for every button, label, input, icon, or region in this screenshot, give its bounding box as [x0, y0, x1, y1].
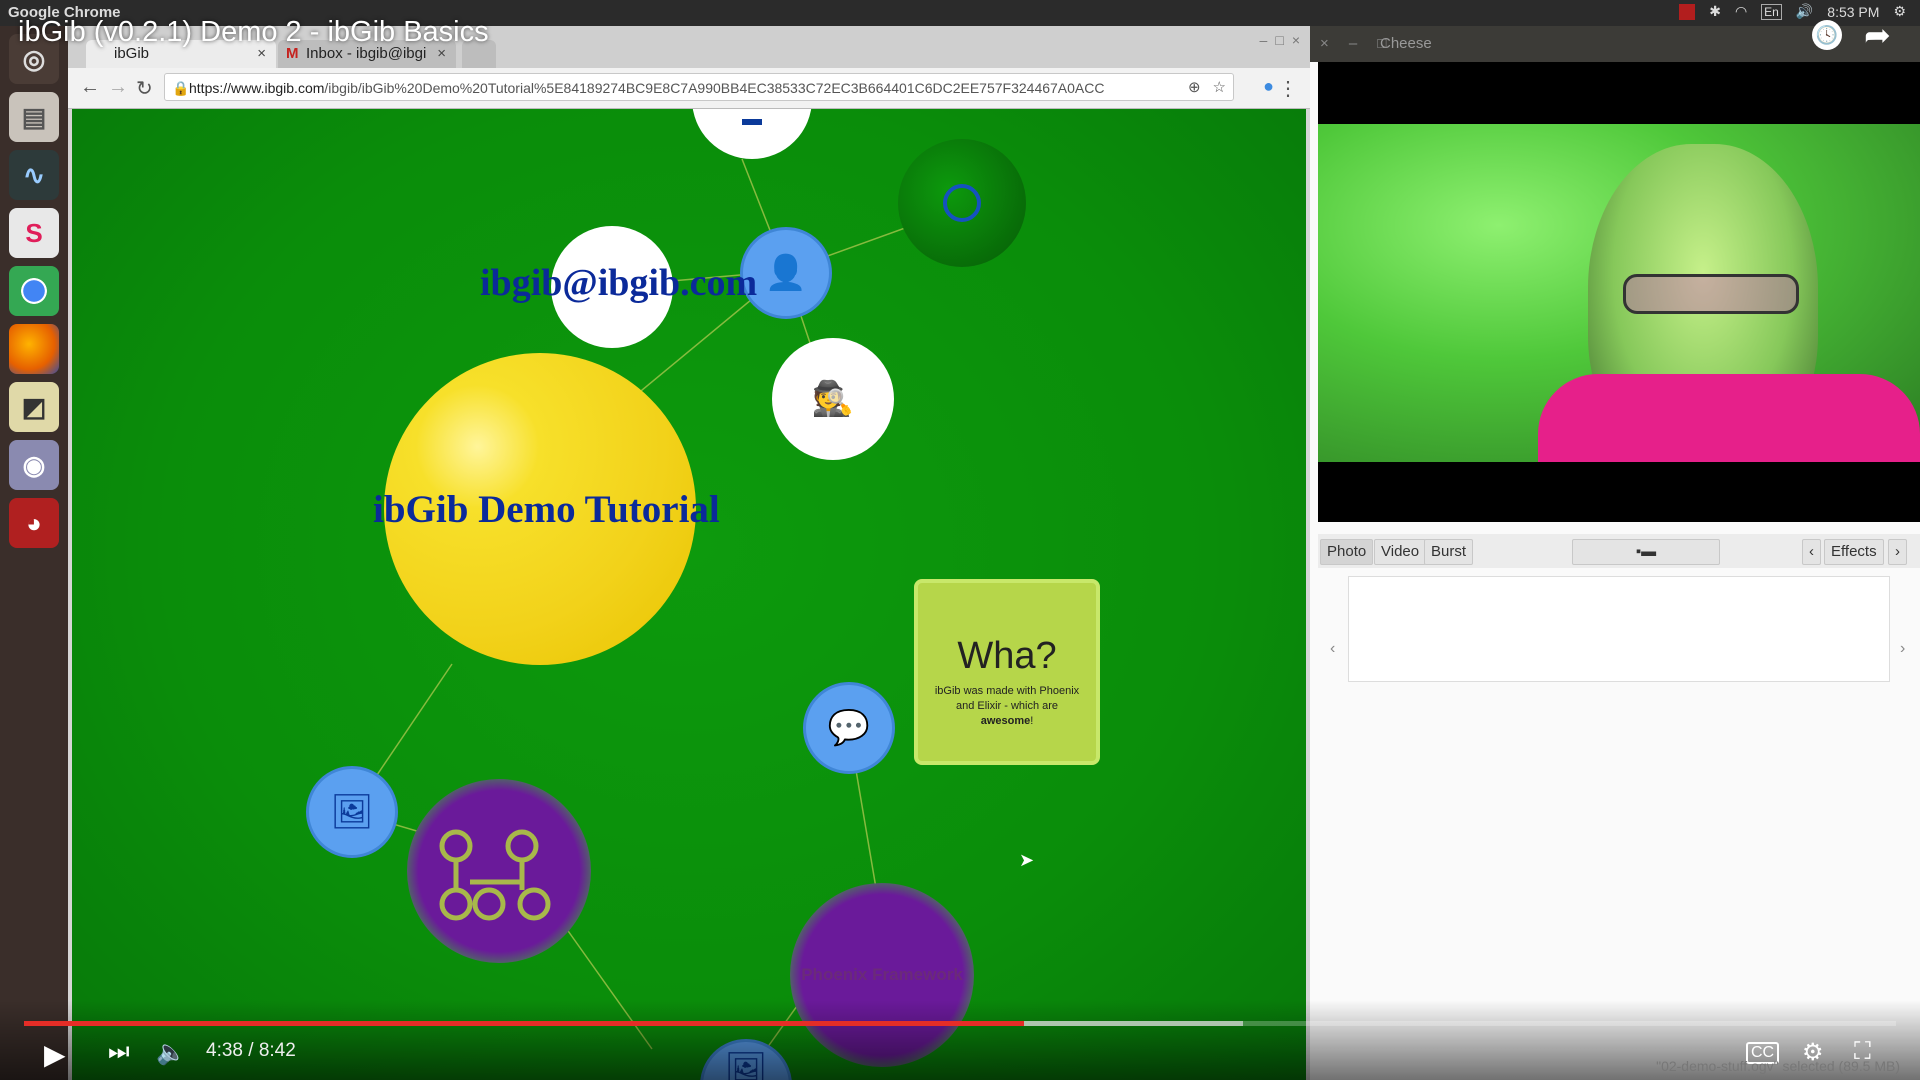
menu-icon[interactable]: ⋮	[1278, 76, 1298, 101]
mode-photo-button[interactable]: Photo	[1320, 539, 1374, 565]
firefox-icon[interactable]	[9, 324, 59, 374]
thumbs-prev-icon[interactable]: ‹	[1330, 640, 1335, 658]
node-comment[interactable]: 💬	[803, 682, 895, 774]
main-node-label: ibGib Demo Tutorial	[373, 488, 720, 531]
wifi-icon[interactable]: ◠	[1735, 3, 1747, 20]
maximize-icon[interactable]: □	[1275, 32, 1283, 48]
window-controls: – □ ×	[1260, 32, 1300, 48]
slack-icon[interactable]: S	[9, 208, 59, 258]
effects-button[interactable]: Effects	[1824, 539, 1884, 565]
cheese-status: "02-demo-stuff.ogv" selected (89.5 MB)	[1656, 1058, 1900, 1074]
time-separator: /	[242, 1040, 259, 1061]
effects-prev-icon[interactable]: ‹	[1802, 539, 1821, 565]
video-title[interactable]: ibGib (v0.2.1) Demo 2 - ibGib Basics	[18, 16, 489, 49]
card-body-bold: awesome	[980, 715, 1031, 727]
cheese-toolbar: Photo Video Burst ▪▬ ‹ Effects ›	[1318, 534, 1920, 568]
time-current: 4:38	[206, 1040, 243, 1061]
play-icon[interactable]: ▶	[44, 1038, 66, 1071]
settings-gear-icon[interactable]: ⚙	[1893, 3, 1906, 20]
url-path: /ibgib/ibGib%20Demo%20Tutorial%5E8418927…	[324, 80, 1105, 96]
speech-bubble-icon: 💬	[827, 709, 871, 747]
forward-icon[interactable]: →	[108, 76, 128, 99]
card-title: Wha?	[957, 635, 1057, 677]
back-icon[interactable]: ←	[80, 76, 100, 99]
cheese-window: × – □ Cheese Photo Video Burst ▪▬ ‹ Effe…	[1310, 26, 1920, 1080]
node-dark-green[interactable]	[898, 139, 1026, 267]
thumbnail-strip[interactable]	[1348, 576, 1890, 682]
record-indicator-icon[interactable]	[1679, 3, 1696, 20]
mouse-cursor-icon: ➤	[1019, 850, 1035, 870]
files-icon[interactable]: ▤	[9, 92, 59, 142]
reload-icon[interactable]: ↻	[136, 76, 153, 101]
chrome-icon[interactable]	[9, 266, 59, 316]
toolbar: ← → ↻ 🔒 https://www.ibgib.com/ibgib/ibGi…	[68, 68, 1310, 109]
node-ibgib-logo[interactable]	[407, 779, 591, 963]
mode-video-button[interactable]: Video	[1374, 539, 1427, 565]
ibgib-logo-icon	[439, 829, 551, 921]
close-window-icon[interactable]: ×	[1292, 32, 1300, 48]
card-body-end: !	[1030, 715, 1034, 727]
address-bar-icons: ⊕ ☆	[1188, 78, 1226, 96]
user-icon: 👤	[764, 254, 808, 292]
bluetooth-icon[interactable]: ✱	[1709, 3, 1721, 20]
minimize-icon[interactable]: –	[1260, 32, 1268, 48]
node-spy[interactable]: 🕵	[772, 338, 894, 460]
bookmark-star-icon[interactable]: ☆	[1213, 78, 1226, 96]
extension-icon[interactable]: ●	[1263, 76, 1274, 97]
time-total: 8:42	[258, 1040, 296, 1061]
zoom-icon[interactable]: ⊕	[1188, 78, 1201, 96]
capture-button[interactable]: ▪▬	[1572, 539, 1720, 565]
app-icon[interactable]: ◕	[9, 498, 59, 548]
card-body-text: ibGib was made with Phoenix and Elixir -…	[934, 685, 1080, 712]
lock-icon: 🔒	[172, 80, 190, 96]
node-icon: ▬	[742, 109, 762, 130]
node-image[interactable]: 🖼	[306, 766, 398, 858]
next-icon[interactable]: ⏭	[108, 1038, 130, 1066]
webcam-feed	[1318, 124, 1920, 462]
system-monitor-icon[interactable]: ∿	[9, 150, 59, 200]
cheese-webcam-icon[interactable]: ◉	[9, 440, 59, 490]
volume-icon[interactable]: 🔈	[156, 1038, 186, 1067]
cheese-window-controls[interactable]: × – □	[1320, 26, 1395, 62]
screenshot-icon[interactable]: ◩	[9, 382, 59, 432]
progress-played	[24, 1021, 1024, 1026]
card-body: ibGib was made with Phoenix and Elixir -…	[918, 678, 1096, 735]
comment-card[interactable]: Wha? ibGib was made with Phoenix and Eli…	[914, 579, 1100, 765]
share-icon[interactable]: ➦	[1864, 16, 1891, 54]
webcam-viewport	[1318, 62, 1920, 522]
watch-later-icon[interactable]: 🕓	[1812, 20, 1842, 50]
address-bar[interactable]: 🔒 https://www.ibgib.com/ibgib/ibGib%20De…	[164, 73, 1234, 101]
effects-next-icon[interactable]: ›	[1888, 539, 1907, 565]
image-icon: 🖼	[330, 793, 374, 831]
email-label: ibgib@ibgib.com	[480, 262, 758, 304]
mode-burst-button[interactable]: Burst	[1424, 539, 1474, 565]
presenter-hoodie	[1538, 374, 1920, 462]
spy-icon: 🕵	[811, 380, 855, 418]
thumbs-next-icon[interactable]: ›	[1900, 640, 1905, 658]
launcher: ◎ ▤ ∿ S ◩ ◉ ◕	[0, 26, 68, 1080]
browser-window: ibGib × M Inbox - ibgib@ibgi × – □ × ← →…	[68, 26, 1310, 1080]
progress-bar[interactable]	[24, 1021, 1896, 1026]
url-host: https://www.ibgib.com	[189, 80, 325, 96]
phoenix-label: Phoenix Framework	[801, 965, 963, 984]
glasses	[1623, 274, 1799, 314]
keyboard-layout[interactable]: En	[1761, 3, 1782, 20]
screen: Google Chrome ✱ ◠ En 🔊 8:53 PM ⚙ ◎ ▤ ∿ S…	[0, 0, 1920, 1080]
graph-links	[351, 158, 967, 1070]
ring-icon	[943, 184, 981, 222]
time-display: 4:38 / 8:42	[206, 1040, 296, 1062]
ibgib-canvas[interactable]: ▬ 👤 🕵 ibgib@ibgib.com ibGib Demo Tutoria…	[72, 109, 1306, 1080]
volume-icon[interactable]: 🔊	[1796, 3, 1813, 20]
